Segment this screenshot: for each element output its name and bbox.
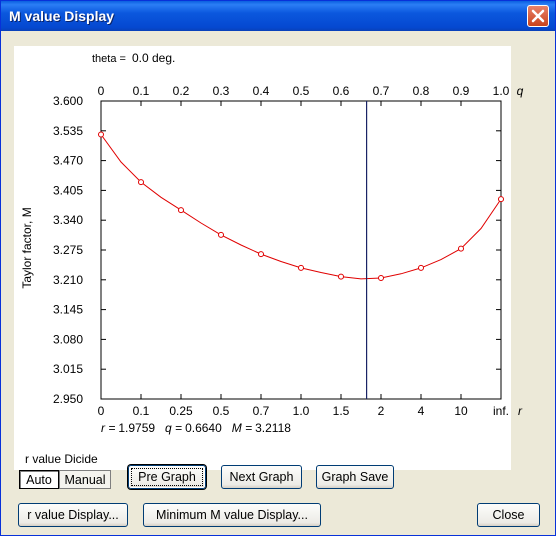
r-tick-label: 4	[418, 404, 425, 418]
r-tick-label: 1.5	[333, 404, 350, 418]
minimum-m-value-display-button[interactable]: Minimum M value Display...	[143, 503, 321, 527]
r-tick-label: 0	[98, 404, 105, 418]
r-label: r =	[101, 421, 116, 435]
m-value: 3.2118	[255, 421, 291, 435]
y-tick-label: 3.535	[53, 124, 83, 138]
y-axis-label: Taylor factor, M	[20, 207, 34, 288]
y-tick-label: 3.340	[53, 213, 83, 227]
data-point	[338, 273, 344, 280]
data-point	[258, 251, 264, 258]
q-tick-label: 0.8	[413, 84, 430, 98]
y-tick-label: 3.275	[53, 243, 83, 257]
q-tick-label: 0.4	[253, 84, 270, 98]
data-point	[498, 196, 504, 203]
r-tick-label: 0.5	[213, 404, 230, 418]
data-point	[378, 274, 384, 281]
q-tick-label: 0.6	[333, 84, 350, 98]
r-tick-label: inf.	[493, 404, 509, 418]
r-tick-label: 10	[454, 404, 468, 418]
plot-frame	[100, 100, 502, 400]
q-tick-label: 0.5	[293, 84, 310, 98]
data-point	[178, 207, 184, 214]
next-graph-button[interactable]: Next Graph	[221, 465, 302, 489]
auto-toggle[interactable]: Auto	[19, 470, 59, 489]
r-tick-label: 0.25	[169, 404, 193, 418]
q-tick-label: 0.9	[453, 84, 470, 98]
data-point	[298, 264, 304, 271]
q-tick-label: 0.3	[213, 84, 230, 98]
close-button[interactable]: Close	[477, 503, 540, 527]
r-tick-label: 0.7	[253, 404, 270, 418]
q-label: q =	[165, 421, 183, 435]
data-point	[218, 231, 224, 238]
r-axis-label: r	[518, 404, 523, 418]
data-point	[138, 179, 144, 186]
r-tick-label: 1.0	[293, 404, 310, 418]
m-label: M =	[231, 421, 253, 435]
data-point	[418, 264, 424, 271]
m-value-curve	[100, 134, 502, 280]
y-tick-label: 2.950	[53, 392, 83, 406]
q-tick-label: 1.0	[493, 84, 510, 98]
data-point	[98, 131, 104, 138]
q-tick-label: 0.2	[173, 84, 190, 98]
graph-save-button[interactable]: Graph Save	[316, 465, 394, 489]
result-readout: r = 1.9759 q = 0.6640 M = 3.2118	[101, 421, 291, 435]
y-tick-label: 3.470	[53, 154, 83, 168]
r-value-decide-label: r value Dicide	[25, 452, 98, 466]
y-tick-label: 3.145	[53, 303, 83, 317]
y-tick-label: 3.015	[53, 362, 83, 376]
q-tick-label: 0.7	[373, 84, 390, 98]
q-value: 0.6640	[185, 421, 222, 435]
r-value: 1.9759	[118, 421, 156, 435]
manual-toggle[interactable]: Manual	[59, 470, 111, 489]
r-tick-label: 0.1	[133, 404, 150, 418]
r-value-display-button[interactable]: r value Display...	[18, 503, 128, 527]
y-tick-label: 3.080	[53, 332, 83, 346]
q-tick-label: 0	[98, 84, 105, 98]
data-point	[458, 245, 464, 252]
pre-graph-button[interactable]: Pre Graph	[128, 465, 206, 489]
y-tick-label: 3.405	[53, 183, 83, 197]
q-tick-label: 0.1	[133, 84, 150, 98]
r-tick-label: 2	[378, 404, 385, 418]
y-tick-label: 3.210	[53, 273, 83, 287]
y-tick-label: 3.600	[53, 94, 83, 108]
q-axis-label: q	[517, 84, 524, 98]
